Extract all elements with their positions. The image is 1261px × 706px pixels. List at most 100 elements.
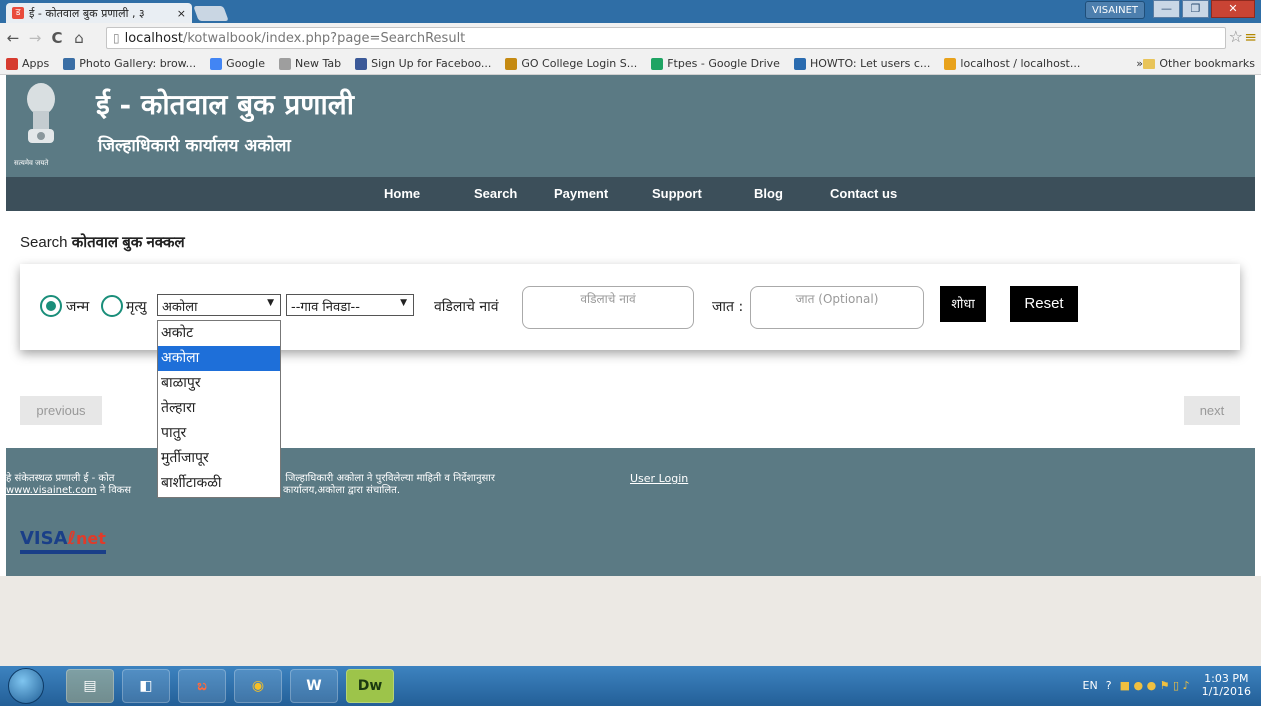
url-path: /kotwalbook/index.php?page=SearchResult xyxy=(182,30,466,46)
radio-death-label: मृत्यु xyxy=(126,299,147,315)
clock-time: 1:03 PM xyxy=(1204,672,1249,685)
previous-button[interactable]: previous xyxy=(20,396,102,425)
bookmark-label: localhost / localhost... xyxy=(960,57,1081,70)
taluka-option[interactable]: अकोला xyxy=(158,346,280,371)
bookmark-item[interactable]: Ftpes - Google Drive xyxy=(651,57,780,70)
bookmark-label: Ftpes - Google Drive xyxy=(667,57,780,70)
bookmark-label: HOWTO: Let users c... xyxy=(809,57,931,70)
village-select-value: --गाव निवडा-- xyxy=(291,300,360,315)
address-bar-row: ← → C ⌂ ▯ localhost/kotwalbook/index.php… xyxy=(0,23,1261,53)
bookmark-item[interactable]: Apps xyxy=(6,57,49,70)
url-host: localhost xyxy=(124,30,183,46)
browser-tab[interactable]: ड ई - कोतवाल बुक प्रणाली , ३ × xyxy=(6,3,192,23)
village-select[interactable]: --गाव निवडा-- ▼ xyxy=(286,294,414,316)
minimize-button[interactable]: — xyxy=(1153,0,1180,18)
bookmark-icon xyxy=(355,57,368,70)
bookmark-item[interactable]: Sign Up for Faceboo... xyxy=(355,57,491,70)
next-button[interactable]: next xyxy=(1184,396,1240,425)
nav-support[interactable]: Support xyxy=(652,186,702,201)
tab-title: ई - कोतवाल बुक प्रणाली , ३ xyxy=(29,6,145,20)
taluka-option[interactable]: तेल्हारा xyxy=(158,396,280,421)
caste-input[interactable]: जात (Optional) xyxy=(750,286,924,329)
new-tab-button[interactable] xyxy=(193,6,229,21)
nav-home[interactable]: Home xyxy=(384,186,420,201)
language-indicator[interactable]: EN xyxy=(1083,679,1098,692)
visainet-logo: VISAℓnet xyxy=(20,528,106,554)
bookmark-icon xyxy=(63,57,76,70)
page-title-main: कोतवाल बुक नक्कल xyxy=(71,234,185,251)
nav-payment[interactable]: Payment xyxy=(554,186,608,201)
user-login-link[interactable]: User Login xyxy=(630,472,688,485)
bookmark-star-icon[interactable]: ☆ xyxy=(1229,27,1243,46)
close-window-button[interactable]: ✕ xyxy=(1211,0,1255,18)
dropdown-arrow-icon: ▼ xyxy=(400,298,407,308)
taluka-option[interactable]: बार्शीटाकळी xyxy=(158,471,280,496)
emblem-caption: सत्यमेव जयते xyxy=(14,159,49,167)
state-emblem-icon xyxy=(27,83,55,143)
url-input[interactable]: ▯ localhost/kotwalbook/index.php?page=Se… xyxy=(106,27,1226,49)
profile-button[interactable]: VISAINET xyxy=(1084,1,1145,19)
maximize-button[interactable]: ❐ xyxy=(1182,0,1209,18)
logo-strip xyxy=(20,550,106,554)
nav-search[interactable]: Search xyxy=(474,186,517,201)
search-button[interactable]: शोधा xyxy=(940,286,986,322)
father-name-input[interactable]: वडिलाचे नावं xyxy=(522,286,694,329)
home-icon[interactable]: ⌂ xyxy=(70,29,88,47)
site-header: सत्यमेव जयते ई - कोतवाल बुक प्रणाली जिल्… xyxy=(6,75,1255,177)
browser-menu-icon[interactable]: ≡ xyxy=(1244,28,1257,46)
tab-favicon-icon: ड xyxy=(12,7,24,19)
logo-swoosh-icon: ℓ xyxy=(67,528,77,549)
radio-birth[interactable] xyxy=(40,295,62,317)
forward-icon[interactable]: → xyxy=(26,29,44,47)
bookmark-label: Photo Gallery: brow... xyxy=(79,57,197,70)
site-subtitle: जिल्हाधिकारी कार्यालय अकोला xyxy=(98,136,291,156)
caste-label: जात : xyxy=(712,299,744,315)
bookmark-icon xyxy=(210,57,223,70)
tab-close-icon[interactable]: × xyxy=(177,7,186,20)
bookmark-item[interactable]: Photo Gallery: brow... xyxy=(63,57,196,70)
taluka-select[interactable]: अकोला ▼ xyxy=(157,294,281,316)
father-name-label: वडिलाचे नावं xyxy=(434,299,499,315)
bookmark-item[interactable]: New Tab xyxy=(278,57,341,70)
main-nav: Home Search Payment Support Blog Contact… xyxy=(6,177,1255,211)
taluka-select-value: अकोला xyxy=(162,300,198,315)
footer-line2b: ने विकस xyxy=(99,485,132,496)
bookmark-item[interactable]: HOWTO: Let users c... xyxy=(793,57,931,70)
page-empty-area xyxy=(0,576,1261,666)
bookmark-label: Google xyxy=(226,57,265,70)
word-taskbar-icon[interactable]: W xyxy=(290,669,338,703)
logo-text-visa: VISA xyxy=(20,528,68,549)
bookmarks-overflow-icon[interactable]: » xyxy=(1136,57,1143,70)
nav-contact[interactable]: Contact us xyxy=(830,186,897,201)
chrome-taskbar-icon[interactable]: ◉ xyxy=(234,669,282,703)
taluka-option[interactable]: पातुर xyxy=(158,421,280,446)
footer-line1b: अंतर्गत :: जिल्हाधिकारी अकोला ने पुरविले… xyxy=(247,473,495,484)
nav-blog[interactable]: Blog xyxy=(754,186,783,201)
reload-icon[interactable]: C xyxy=(48,29,66,47)
folder-icon xyxy=(1143,58,1156,69)
site-title: ई - कोतवाल बुक प्रणाली xyxy=(96,88,355,121)
media-taskbar-icon[interactable]: ◧ xyxy=(122,669,170,703)
clock[interactable]: 1:03 PM 1/1/2016 xyxy=(1202,672,1251,698)
tray-icons[interactable]: ■ ● ● ⚑ ▯ ♪ xyxy=(1120,679,1190,692)
bookmark-item[interactable]: GO College Login S... xyxy=(505,57,637,70)
radio-birth-label: जन्म xyxy=(66,299,90,315)
xampp-taskbar-icon[interactable]: ಬ xyxy=(178,669,226,703)
start-button-icon[interactable] xyxy=(8,668,44,704)
back-icon[interactable]: ← xyxy=(4,29,22,47)
taluka-option[interactable]: बाळापुर xyxy=(158,371,280,396)
bookmark-item[interactable]: Google xyxy=(210,57,265,70)
explorer-taskbar-icon[interactable]: ▤ xyxy=(66,669,114,703)
bookmark-icon xyxy=(793,57,806,70)
taluka-option[interactable]: मुर्तीजापूर xyxy=(158,446,280,471)
reset-button[interactable]: Reset xyxy=(1010,286,1078,322)
browser-tabstrip: ड ई - कोतवाल बुक प्रणाली , ३ × VISAINET … xyxy=(0,0,1261,23)
footer-website-link[interactable]: www.visainet.com xyxy=(6,485,97,496)
help-icon[interactable]: ? xyxy=(1106,679,1112,692)
taluka-option[interactable]: अकोट xyxy=(158,321,280,346)
other-bookmarks[interactable]: Other bookmarks xyxy=(1143,57,1255,70)
radio-death[interactable] xyxy=(101,295,123,317)
bookmark-item[interactable]: localhost / localhost... xyxy=(944,57,1080,70)
bookmark-icon xyxy=(278,57,291,70)
dreamweaver-taskbar-icon[interactable]: Dw xyxy=(346,669,394,703)
